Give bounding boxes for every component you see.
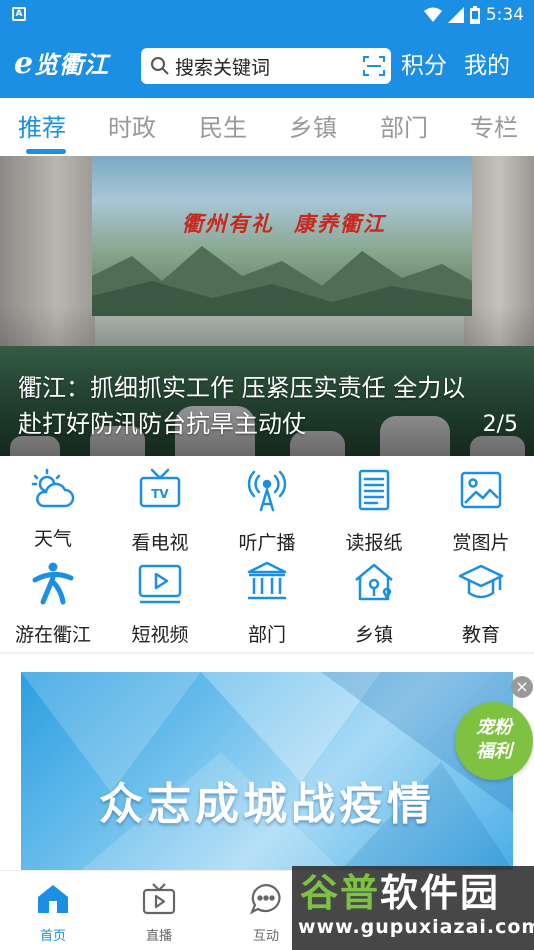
ad-close-button[interactable]: × xyxy=(511,676,533,698)
search-placeholder: 搜索关键词 xyxy=(175,56,271,79)
grid-item-tv[interactable]: TV 看电视 xyxy=(107,456,213,554)
nav-home[interactable]: 首页 xyxy=(13,879,93,945)
status-time: 5:34 xyxy=(485,5,524,25)
grid-item-pictures[interactable]: 赏图片 xyxy=(428,456,534,554)
watermark-url: www.gupuxiazai.com xyxy=(298,916,534,938)
tab-department[interactable]: 部门 xyxy=(380,108,428,143)
section-divider xyxy=(0,652,534,654)
grid-item-education[interactable]: 教育 xyxy=(428,548,534,646)
badge-line-1: 宠粉 xyxy=(476,717,512,738)
watermark-title: 谷普软件园 xyxy=(300,870,500,916)
grid-item-travel[interactable]: 游在衢江 xyxy=(0,548,106,646)
grid-item-township[interactable]: 乡镇 xyxy=(321,548,427,646)
tab-livelihood[interactable]: 民生 xyxy=(199,108,247,143)
app-header: e览衢江 搜索关键词 积分 我的 xyxy=(0,30,534,98)
video-icon xyxy=(138,564,182,604)
category-tabs: 推荐 时政 民生 乡镇 部门 专栏 xyxy=(0,98,534,156)
scan-icon[interactable] xyxy=(357,48,391,84)
feature-grid: 天气 TV 看电视 听广播 读报纸 赏图片 游在衢江 短视频 部门 乡镇 教育 xyxy=(0,456,534,652)
tab-column[interactable]: 专栏 xyxy=(470,108,518,143)
home-icon xyxy=(38,885,68,913)
banner-pager: 2/5 xyxy=(482,412,518,437)
watermark-text-2: 软件园 xyxy=(380,871,501,915)
search-icon xyxy=(145,48,175,84)
fan-welfare-badge[interactable]: 宠粉 福利 xyxy=(455,702,533,780)
mine-link[interactable]: 我的 xyxy=(464,48,510,84)
grid-item-department[interactable]: 部门 xyxy=(214,548,320,646)
news-banner[interactable]: 衢州有礼 康养衢江 衢江：抓细抓实工作 压紧压实责任 全力以赴打好防汛防台抗旱主动… xyxy=(0,156,534,456)
tv-icon: TV xyxy=(139,468,181,508)
grid-label: 游在衢江 xyxy=(14,624,91,646)
weather-icon xyxy=(31,468,75,508)
travel-icon xyxy=(32,562,74,605)
tab-politics[interactable]: 时政 xyxy=(108,108,156,143)
tab-active-indicator xyxy=(26,149,66,154)
battery-icon xyxy=(469,6,480,24)
grid-label: 教育 xyxy=(461,624,500,646)
banner-slogan: 衢州有礼 康养衢江 xyxy=(182,208,386,238)
banner-mountains xyxy=(92,246,472,316)
grid-item-newspaper[interactable]: 读报纸 xyxy=(321,456,427,554)
signal-icon xyxy=(447,7,464,23)
grid-label: 部门 xyxy=(247,624,286,646)
points-link[interactable]: 积分 xyxy=(401,48,447,84)
grid-label: 天气 xyxy=(33,528,72,550)
status-right: 5:34 xyxy=(423,3,524,27)
department-icon xyxy=(247,561,287,600)
newspaper-icon xyxy=(358,469,390,511)
tab-township[interactable]: 乡镇 xyxy=(289,108,337,143)
picture-icon xyxy=(460,471,502,509)
nav-live[interactable]: 直播 xyxy=(119,879,199,945)
svg-text:TV: TV xyxy=(151,487,169,501)
a-letter-icon: A xyxy=(12,7,26,21)
chat-icon xyxy=(249,883,281,915)
township-icon xyxy=(355,563,393,601)
badge-line-2: 福利 xyxy=(476,741,512,762)
slogan-part-1: 衢州有礼 xyxy=(182,211,274,236)
education-icon xyxy=(458,564,504,599)
grid-item-radio[interactable]: 听广播 xyxy=(214,456,320,554)
watermark: 谷普软件园 www.gupuxiazai.com xyxy=(292,866,534,950)
search-bar[interactable]: 搜索关键词 xyxy=(141,48,391,84)
nav-label: 直播 xyxy=(145,929,172,944)
slogan-part-2: 康养衢江 xyxy=(294,211,386,236)
grid-item-weather[interactable]: 天气 xyxy=(0,456,106,550)
watermark-text-1: 谷普 xyxy=(300,871,381,915)
app-logo[interactable]: e览衢江 xyxy=(14,44,130,84)
grid-item-short-video[interactable]: 短视频 xyxy=(107,548,213,646)
ad-banner[interactable]: 众志成城战疫情 xyxy=(21,672,513,870)
logo-e: e xyxy=(14,46,35,81)
wifi-icon xyxy=(423,7,442,22)
radio-icon xyxy=(247,470,287,512)
grid-label: 短视频 xyxy=(131,624,189,646)
banner-title[interactable]: 衢江：抓细抓实工作 压紧压实责任 全力以赴打好防汛防台抗旱主动仗 xyxy=(18,370,468,442)
tab-recommend[interactable]: 推荐 xyxy=(18,108,66,143)
logo-text: 览衢江 xyxy=(34,50,110,79)
nav-label: 首页 xyxy=(39,929,66,944)
grid-label: 乡镇 xyxy=(354,624,393,646)
ad-text: 众志成城战疫情 xyxy=(99,779,435,830)
status-bar: A 5:34 xyxy=(0,0,534,30)
live-icon xyxy=(142,883,176,915)
